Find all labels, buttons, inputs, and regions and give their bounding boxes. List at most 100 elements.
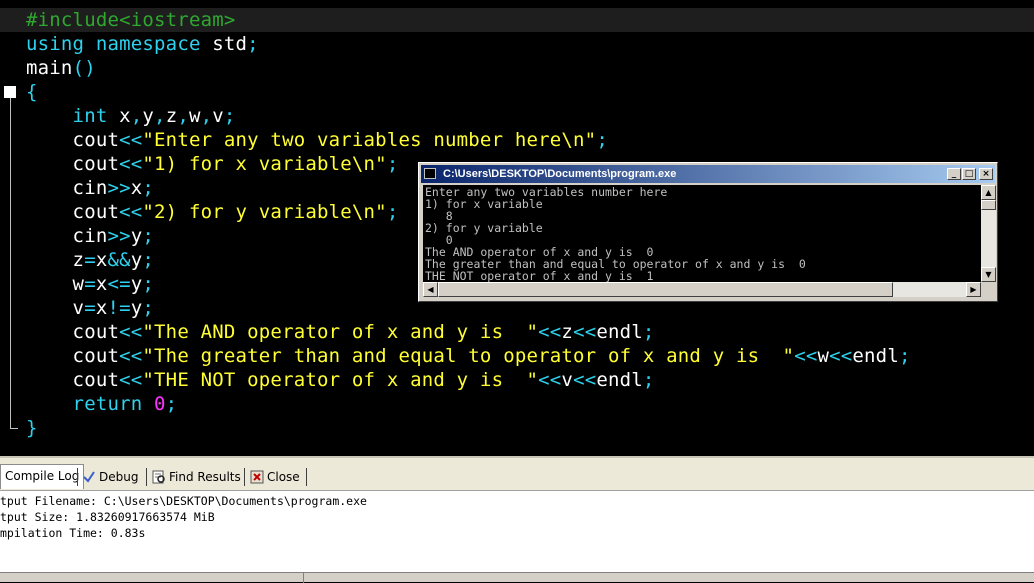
- code-token: ;: [142, 273, 155, 295]
- tab-label: Find Results: [169, 470, 241, 484]
- scroll-left-icon[interactable]: ◀: [423, 282, 438, 297]
- fold-guide-line: [10, 98, 11, 428]
- scroll-right-icon[interactable]: ▶: [966, 282, 981, 297]
- code-token: w: [188, 105, 201, 127]
- scroll-up-icon[interactable]: ▲: [981, 185, 996, 200]
- code-token: x: [95, 273, 108, 295]
- code-token: ;: [596, 129, 608, 151]
- code-line[interactable]: v=x!=y;: [26, 296, 154, 320]
- code-line[interactable]: cout<<"Enter any two variables number he…: [26, 128, 608, 152]
- code-token: ,: [154, 105, 166, 127]
- console-horizontal-scrollbar[interactable]: ◀ ▶: [423, 282, 981, 297]
- console-output[interactable]: Enter any two variables number here 1) f…: [423, 185, 981, 282]
- code-line[interactable]: main(): [26, 56, 96, 80]
- code-token: =: [84, 273, 96, 295]
- tab-separator: [146, 468, 147, 486]
- code-token: ;: [142, 177, 155, 199]
- code-token: ,: [200, 105, 213, 127]
- code-token: ,: [177, 105, 189, 127]
- console-window[interactable]: C:\Users\DESKTOP\Documents\program.exe _…: [418, 162, 998, 302]
- code-token: x: [130, 177, 143, 199]
- code-line[interactable]: w=x<=y;: [26, 272, 154, 296]
- code-token: >>: [107, 177, 131, 199]
- code-line[interactable]: cout<<"The greater than and equal to ope…: [26, 344, 911, 368]
- code-token: ;: [223, 105, 236, 127]
- code-line[interactable]: z=x&&y;: [26, 248, 154, 272]
- code-token: #include<iostream>: [26, 9, 236, 31]
- code-token: <<: [119, 345, 143, 367]
- code-token: ;: [142, 225, 155, 247]
- code-line[interactable]: return 0;: [26, 392, 178, 416]
- code-token: int: [26, 105, 120, 127]
- tab-debug[interactable]: Debug: [82, 466, 138, 488]
- log-line: mpilation Time: 0.83s: [0, 526, 146, 540]
- code-token: z: [26, 249, 85, 271]
- tab-separator: [77, 468, 78, 486]
- code-token: !=: [107, 297, 131, 319]
- tab-label: Close: [267, 470, 300, 484]
- tab-find-results[interactable]: Find Results: [152, 466, 241, 488]
- code-token: namespace: [95, 33, 213, 55]
- code-token: v: [212, 105, 224, 127]
- check-icon: [83, 471, 95, 483]
- code-token: 0: [154, 393, 166, 415]
- maximize-button[interactable]: □: [962, 168, 976, 180]
- code-line[interactable]: cout<<"1) for x variable\n";: [26, 152, 399, 176]
- code-token: x: [95, 249, 108, 271]
- code-token: <<: [794, 345, 818, 367]
- code-token: cout: [26, 153, 120, 175]
- code-token: "The greater than and equal to operator …: [142, 345, 795, 367]
- vertical-scroll-thumb[interactable]: [981, 200, 996, 210]
- minimize-button[interactable]: _: [947, 168, 961, 180]
- console-app-icon: [424, 168, 436, 179]
- code-token: <<: [538, 369, 562, 391]
- console-title: C:\Users\DESKTOP\Documents\program.exe: [443, 168, 677, 180]
- tab-label: Compile Log: [5, 469, 80, 483]
- code-token: <<: [119, 129, 143, 151]
- tab-close[interactable]: Close: [250, 466, 300, 488]
- code-token: cin: [26, 225, 108, 247]
- code-token: cout: [26, 321, 120, 343]
- console-vertical-scrollbar[interactable]: ▲ ▼: [981, 185, 996, 282]
- code-token: {: [26, 81, 38, 103]
- code-token: w: [817, 345, 830, 367]
- code-token: x: [119, 105, 131, 127]
- horizontal-scroll-thumb[interactable]: [438, 282, 893, 297]
- code-token: ;: [142, 249, 155, 271]
- code-token: "The AND operator of x and y is ": [142, 321, 539, 343]
- code-line[interactable]: cout<<"THE NOT operator of x and y is "<…: [26, 368, 655, 392]
- code-line[interactable]: }: [26, 416, 38, 440]
- tab-compile-log[interactable]: Compile Log: [0, 464, 85, 489]
- close-button[interactable]: ×: [979, 168, 993, 180]
- code-token: y: [142, 105, 155, 127]
- code-line[interactable]: cout<<"2) for y variable\n";: [26, 200, 399, 224]
- find-icon: [152, 470, 165, 484]
- scroll-down-icon[interactable]: ▼: [981, 267, 996, 282]
- code-line[interactable]: cin>>x;: [26, 176, 154, 200]
- code-token: y: [130, 225, 143, 247]
- code-token: y: [130, 297, 143, 319]
- code-token: cout: [26, 129, 120, 151]
- code-line[interactable]: using namespace std;: [26, 32, 259, 56]
- code-line[interactable]: {: [26, 80, 38, 104]
- code-line[interactable]: #include<iostream>: [26, 8, 236, 32]
- code-token: main: [26, 57, 73, 79]
- code-token: cout: [26, 369, 120, 391]
- code-line[interactable]: int x,y,z,w,v;: [26, 104, 236, 128]
- console-titlebar[interactable]: C:\Users\DESKTOP\Documents\program.exe _…: [421, 165, 995, 183]
- code-token: y: [130, 273, 143, 295]
- code-line[interactable]: cout<<"The AND operator of x and y is "<…: [26, 320, 655, 344]
- code-token: ;: [642, 321, 655, 343]
- code-token: v: [26, 297, 85, 319]
- code-token: <<: [573, 369, 597, 391]
- resize-grip-icon[interactable]: [981, 282, 996, 297]
- code-token: <<: [538, 321, 562, 343]
- bottom-panel-tabs: Compile Log Debug Find Results Close: [0, 456, 1034, 490]
- fold-marker-icon[interactable]: [4, 86, 16, 98]
- compile-log-panel[interactable]: tput Filename: C:\Users\DESKTOP\Document…: [0, 490, 1034, 572]
- tab-label: Debug: [99, 470, 139, 484]
- code-line[interactable]: cin>>y;: [26, 224, 154, 248]
- code-token: =: [84, 297, 96, 319]
- code-token: <<: [119, 321, 143, 343]
- code-token: ;: [165, 393, 178, 415]
